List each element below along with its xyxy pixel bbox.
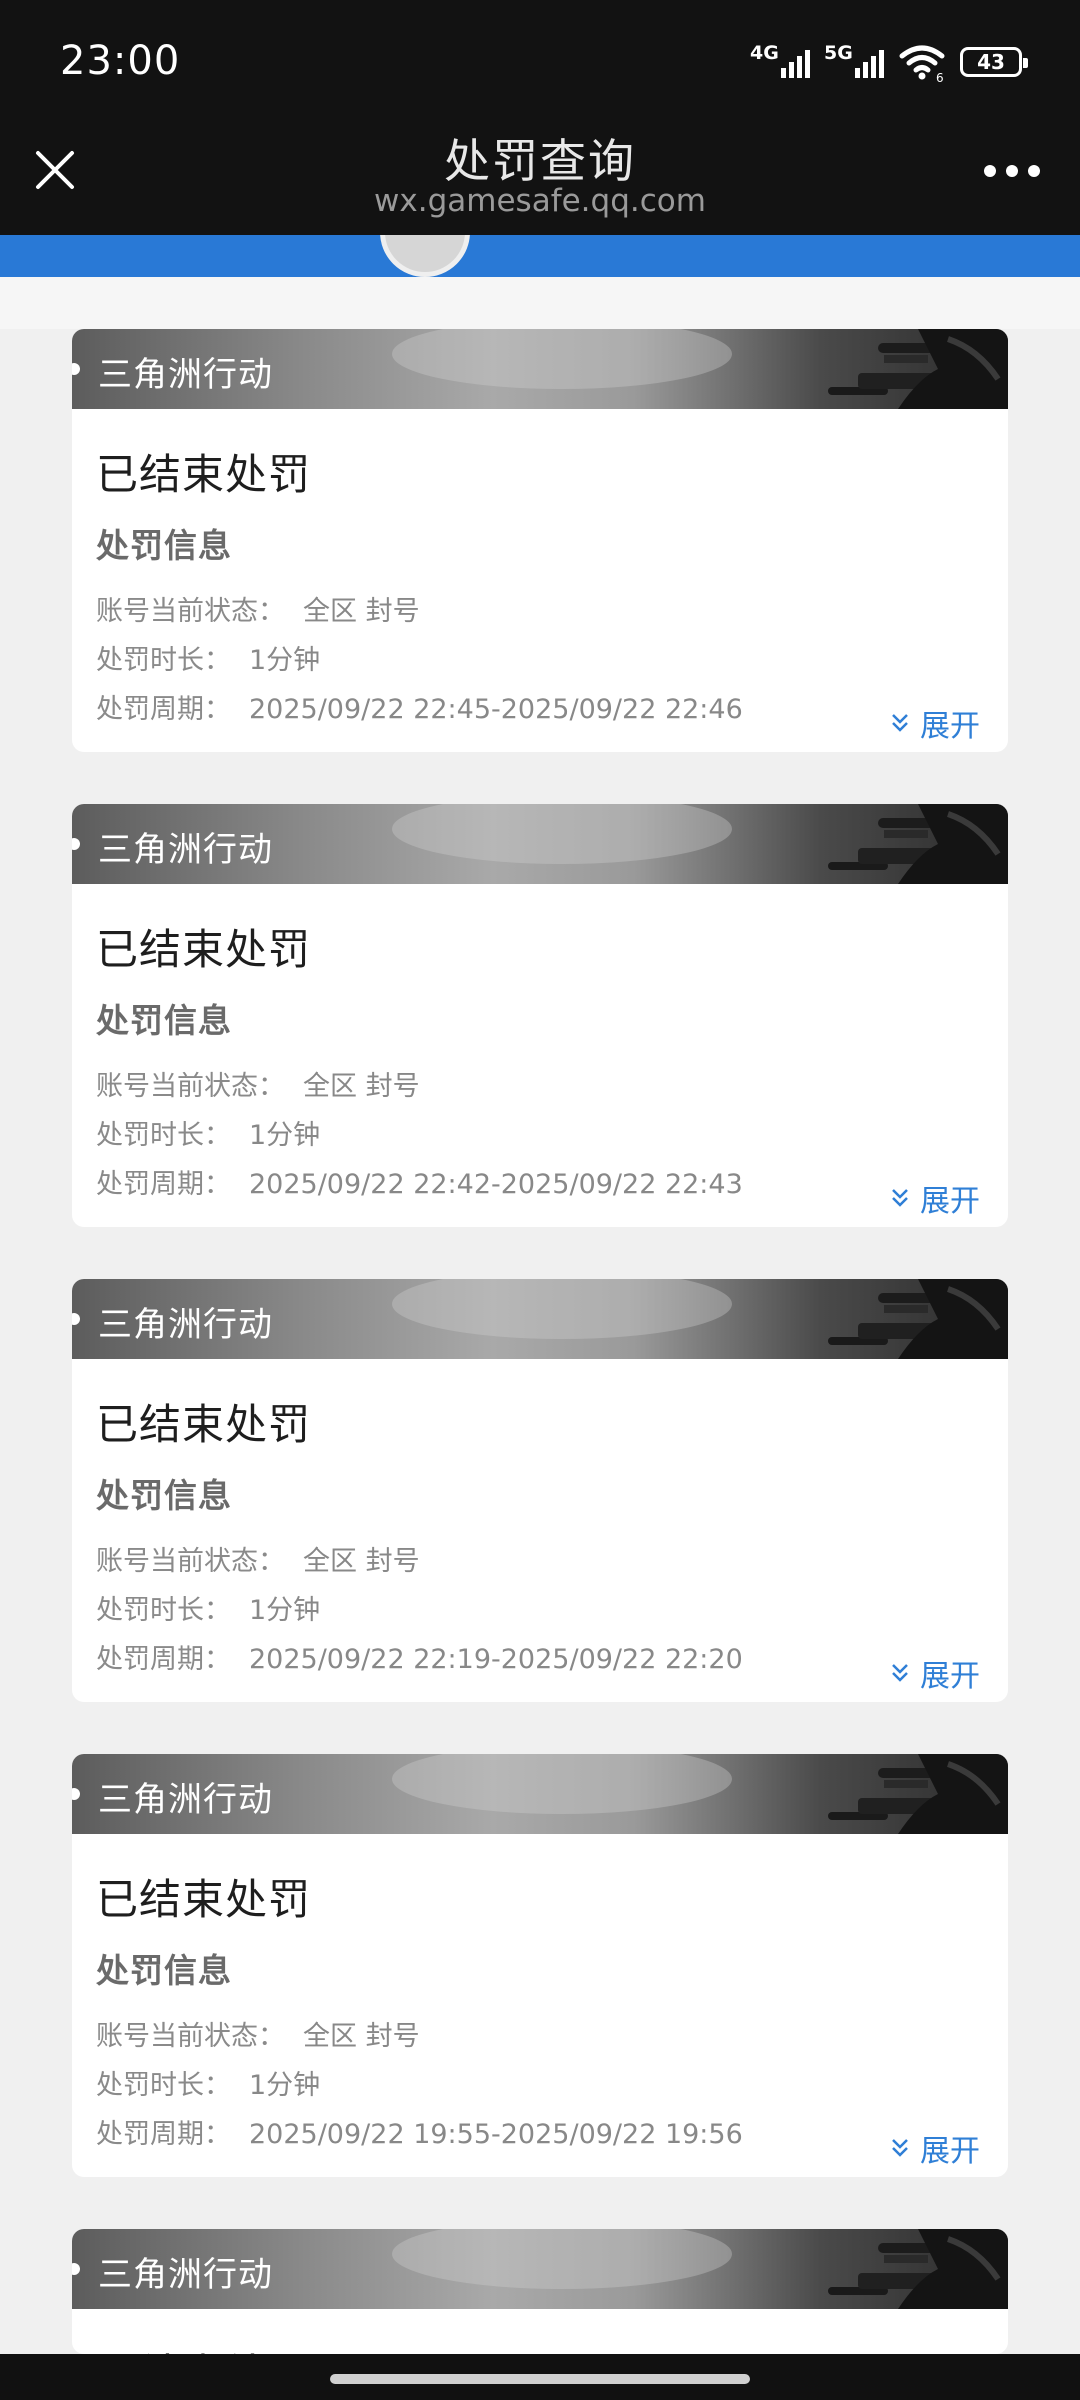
double-chevron-down-icon — [892, 2139, 908, 2157]
soldier-gun-icon — [828, 329, 1008, 409]
penalty-status: 已结束处罚 — [96, 450, 312, 499]
game-name: 三角洲行动 — [98, 1780, 273, 1820]
penalty-status: 已结束处罚 — [96, 925, 312, 974]
section-title: 处罚信息 — [96, 1001, 232, 1040]
more-icon[interactable] — [984, 163, 1040, 179]
account-state-label: 账号当前状态： — [96, 596, 285, 627]
period-value: 2025/09/22 22:45-2025/09/22 22:46 — [249, 694, 743, 725]
period-row: 处罚周期： 2025/09/22 22:42-2025/09/22 22:43 — [96, 1162, 743, 1201]
penalty-card: 三角洲行动 已结束处罚 处罚信息 账号当前状态： 全区 封号 处罚时长： 1分钟 处… — [72, 1279, 1008, 1702]
account-state-row: 账号当前状态： 全区 封号 — [96, 1064, 420, 1103]
page-url: wx.gamesafe.qq.com — [374, 183, 706, 219]
account-state-label: 账号当前状态： — [96, 1546, 285, 1577]
expand-label: 展开 — [920, 2134, 980, 2169]
account-state-row: 账号当前状态： 全区 封号 — [96, 589, 420, 628]
game-name: 三角洲行动 — [98, 355, 273, 395]
period-row: 处罚周期： 2025/09/22 19:55-2025/09/22 19:56 — [96, 2112, 743, 2151]
soldier-gun-icon — [828, 1279, 1008, 1359]
account-state-value: 全区 封号 — [303, 1546, 420, 1577]
game-name: 三角洲行动 — [98, 2255, 273, 2295]
period-value: 2025/09/22 22:19-2025/09/22 22:20 — [249, 1644, 743, 1675]
double-chevron-down-icon — [892, 714, 908, 732]
expand-button[interactable]: 展开 — [890, 701, 980, 745]
home-indicator[interactable] — [330, 2374, 750, 2384]
title-bar: 处罚查询 wx.gamesafe.qq.com — [0, 125, 1080, 235]
duration-label: 处罚时长： — [96, 2070, 231, 2101]
expand-label: 展开 — [920, 709, 980, 744]
signal-4g-label: 4G — [750, 42, 779, 64]
expand-label: 展开 — [920, 1184, 980, 1219]
period-label: 处罚周期： — [96, 1644, 231, 1675]
penalty-card: 三角洲行动 已结束处罚 处罚信息 账号当前状态： 全区 封号 处罚时长： 1分钟 处… — [72, 804, 1008, 1227]
section-title: 处罚信息 — [96, 1951, 232, 1990]
period-label: 处罚周期： — [96, 1169, 231, 1200]
duration-row: 处罚时长： 1分钟 — [96, 638, 320, 677]
expand-button[interactable]: 展开 — [890, 1651, 980, 1695]
account-state-value: 全区 封号 — [303, 596, 420, 627]
card-banner: 三角洲行动 — [72, 1754, 1008, 1834]
duration-value: 1分钟 — [249, 645, 321, 676]
expand-label: 展开 — [920, 1659, 980, 1694]
duration-row: 处罚时长： 1分钟 — [96, 1113, 320, 1152]
card-banner: 三角洲行动 — [72, 804, 1008, 884]
account-state-label: 账号当前状态： — [96, 1071, 285, 1102]
period-row: 处罚周期： 2025/09/22 22:45-2025/09/22 22:46 — [96, 687, 743, 726]
duration-label: 处罚时长： — [96, 645, 231, 676]
period-value: 2025/09/22 19:55-2025/09/22 19:56 — [249, 2119, 743, 2150]
period-label: 处罚周期： — [96, 694, 231, 725]
card-banner: 三角洲行动 — [72, 1279, 1008, 1359]
section-title: 处罚信息 — [96, 526, 232, 565]
double-chevron-down-icon — [892, 1664, 908, 1682]
period-row: 处罚周期： 2025/09/22 22:19-2025/09/22 22:20 — [96, 1637, 743, 1676]
double-chevron-down-icon — [892, 1189, 908, 1207]
period-label: 处罚周期： — [96, 2119, 231, 2150]
duration-label: 处罚时长： — [96, 1120, 231, 1151]
soldier-gun-icon — [828, 2229, 1008, 2309]
account-state-value: 全区 封号 — [303, 2021, 420, 2052]
duration-value: 1分钟 — [249, 1120, 321, 1151]
battery-level: 43 — [977, 50, 1005, 74]
soldier-gun-icon — [828, 804, 1008, 884]
status-time: 23:00 — [60, 38, 181, 84]
signal-5g-label: 5G — [824, 42, 853, 64]
duration-row: 处罚时长： 1分钟 — [96, 2063, 320, 2102]
game-name: 三角洲行动 — [98, 1305, 273, 1345]
page-title: 处罚查询 — [444, 134, 636, 188]
account-state-row: 账号当前状态： 全区 封号 — [96, 2014, 420, 2053]
expand-button[interactable]: 展开 — [890, 2126, 980, 2170]
wifi-badge: 6 — [936, 71, 944, 82]
card-banner: 三角洲行动 — [72, 2229, 1008, 2309]
penalty-status: 已结束处罚 — [96, 1400, 312, 1449]
divider-band — [0, 277, 1080, 329]
soldier-gun-icon — [828, 1754, 1008, 1834]
signal-5g-icon: 5G — [824, 42, 884, 82]
battery-icon: 43 — [960, 47, 1028, 77]
status-icons: 4G 5G 6 43 — [750, 42, 1028, 85]
penalty-card: 三角洲行动 已结束处罚 处罚信息 账号当前状态： 全区 封号 处罚时长： 1分钟 处… — [72, 1754, 1008, 2177]
duration-label: 处罚时长： — [96, 1595, 231, 1626]
section-title: 处罚信息 — [96, 1476, 232, 1515]
account-state-value: 全区 封号 — [303, 1071, 420, 1102]
duration-value: 1分钟 — [249, 2070, 321, 2101]
signal-4g-icon: 4G — [750, 42, 810, 82]
penalty-card: 三角洲行动 已结束处罚 处罚信息 账号当前状态： 全区 封号 处罚时长： 1分钟 处… — [72, 329, 1008, 752]
penalty-status: 已结束处罚 — [96, 1875, 312, 1924]
penalty-card: 三角洲行动 已结束处罚 — [72, 2229, 1008, 2354]
game-name: 三角洲行动 — [98, 830, 273, 870]
duration-value: 1分钟 — [249, 1595, 321, 1626]
duration-row: 处罚时长： 1分钟 — [96, 1588, 320, 1627]
avatar — [380, 235, 470, 277]
expand-button[interactable]: 展开 — [890, 1176, 980, 1220]
wifi-icon: 6 — [898, 42, 946, 85]
status-bar: 23:00 4G 5G 6 43 — [0, 0, 1080, 125]
account-state-label: 账号当前状态： — [96, 2021, 285, 2052]
account-state-row: 账号当前状态： 全区 封号 — [96, 1539, 420, 1578]
penalty-status: 已结束处罚 — [96, 2341, 311, 2354]
system-nav-bar — [0, 2354, 1080, 2400]
period-value: 2025/09/22 22:42-2025/09/22 22:43 — [249, 1169, 743, 1200]
card-banner: 三角洲行动 — [72, 329, 1008, 409]
header-banner — [0, 235, 1080, 277]
